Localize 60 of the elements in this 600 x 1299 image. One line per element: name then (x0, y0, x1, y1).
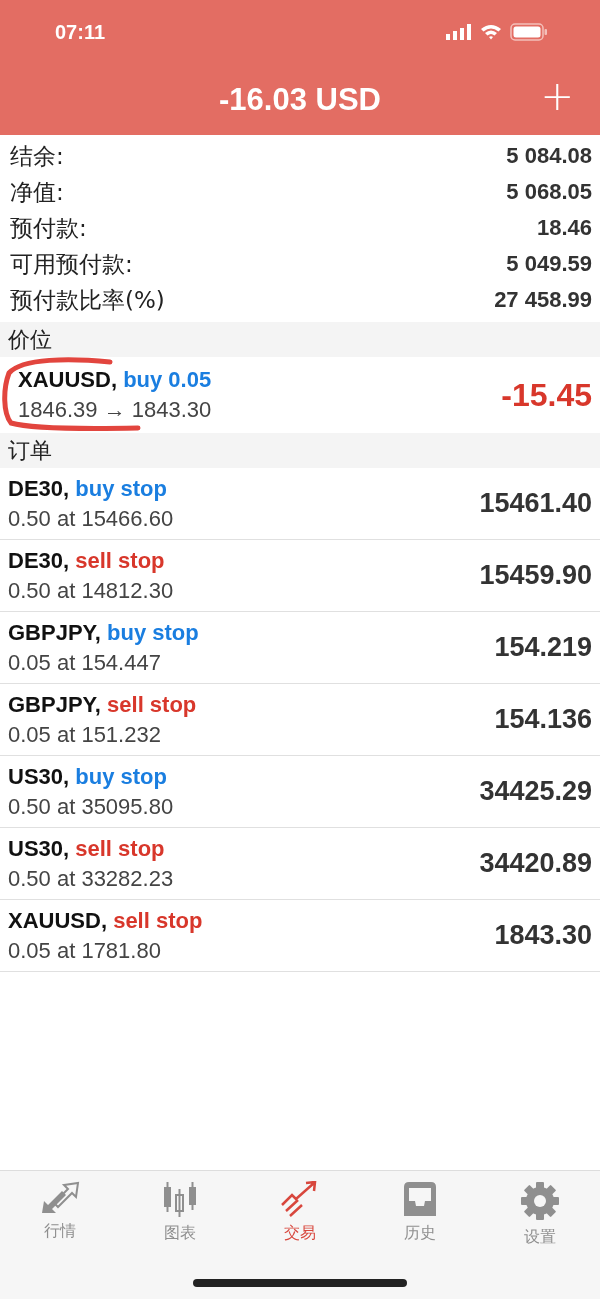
summary-label: 可用预付款: (10, 249, 133, 279)
order-price: 34420.89 (479, 848, 592, 879)
order-type: sell stop (75, 547, 165, 573)
order-price: 34425.29 (479, 776, 592, 807)
order-type: sell stop (113, 907, 203, 933)
summary-value: 18.46 (536, 215, 592, 241)
order-type: buy stop (75, 475, 167, 501)
summary-label: 结余: (10, 141, 64, 171)
order-detail: 0.05 at 151.232 (8, 721, 162, 748)
summary-value: 5 084.08 (506, 143, 592, 169)
summary-value: 5 049.59 (506, 251, 592, 277)
diagonal-arrows-icon (40, 1181, 80, 1215)
order-detail: 0.05 at 154.447 (8, 649, 162, 676)
position-symbol: XAUUSD, (18, 367, 117, 392)
order-detail: 0.05 at 1781.80 (8, 937, 162, 964)
order-price: 15459.90 (479, 560, 592, 591)
position-action: buy 0.05 (123, 367, 212, 392)
order-row[interactable]: US30, sell stop 0.50 at 33282.23 34420.89 (0, 828, 600, 900)
section-header: 价位 (0, 322, 600, 357)
summary-value: 27 458.99 (494, 287, 592, 313)
order-price: 1843.30 (494, 920, 592, 951)
summary-label: 预付款: (10, 213, 87, 243)
order-price: 15461.40 (479, 488, 592, 519)
status-time: 07:11 (55, 20, 106, 44)
position-prices: 1846.39 → 1843.30 (18, 397, 212, 423)
tab-item[interactable]: 交易 (240, 1181, 360, 1248)
settings-icon (520, 1181, 560, 1221)
position-profit: -15.45 (501, 376, 592, 414)
order-price: 154.136 (494, 704, 592, 735)
order-price: 154.219 (494, 632, 592, 663)
order-type: buy stop (75, 763, 167, 789)
order-symbol: GBPJPY, (8, 691, 101, 717)
order-symbol: XAUUSD, (8, 907, 107, 933)
order-symbol: DE30, (8, 547, 70, 573)
order-row[interactable]: DE30, buy stop 0.50 at 15466.60 15461.40 (0, 468, 600, 540)
order-symbol: US30, (8, 835, 70, 861)
order-symbol: GBPJPY, (8, 619, 101, 645)
order-type: buy stop (107, 619, 199, 645)
summary-label: 净值: (10, 177, 64, 207)
order-detail: 0.50 at 35095.80 (8, 793, 174, 820)
section-header: 订单 (0, 433, 600, 468)
order-detail: 0.50 at 33282.23 (8, 865, 174, 892)
wifi-icon (480, 24, 502, 40)
order-type: sell stop (75, 835, 165, 861)
order-row[interactable]: DE30, sell stop 0.50 at 14812.30 15459.90 (0, 540, 600, 612)
order-symbol: US30, (8, 763, 70, 789)
order-row[interactable]: US30, buy stop 0.50 at 35095.80 34425.29 (0, 756, 600, 828)
header-title: -16.03 USD (219, 81, 381, 118)
order-row[interactable]: GBPJPY, buy stop 0.05 at 154.447 154.219 (0, 612, 600, 684)
battery-icon (510, 23, 548, 41)
summary-value: 5 068.05 (506, 179, 592, 205)
order-symbol: DE30, (8, 475, 70, 501)
summary-label: 预付款比率(%) (10, 285, 165, 315)
order-detail: 0.50 at 15466.60 (8, 505, 174, 532)
order-row[interactable]: XAUUSD, sell stop 0.05 at 1781.80 1843.30 (0, 900, 600, 972)
order-detail: 0.50 at 14812.30 (8, 577, 174, 604)
order-type: sell stop (107, 691, 197, 717)
position-row[interactable]: XAUUSD, buy 0.05 1846.39 → 1843.30 -15.45 (0, 357, 600, 433)
order-row[interactable]: GBPJPY, sell stop 0.05 at 151.232 154.136 (0, 684, 600, 756)
signal-icon (446, 24, 472, 40)
